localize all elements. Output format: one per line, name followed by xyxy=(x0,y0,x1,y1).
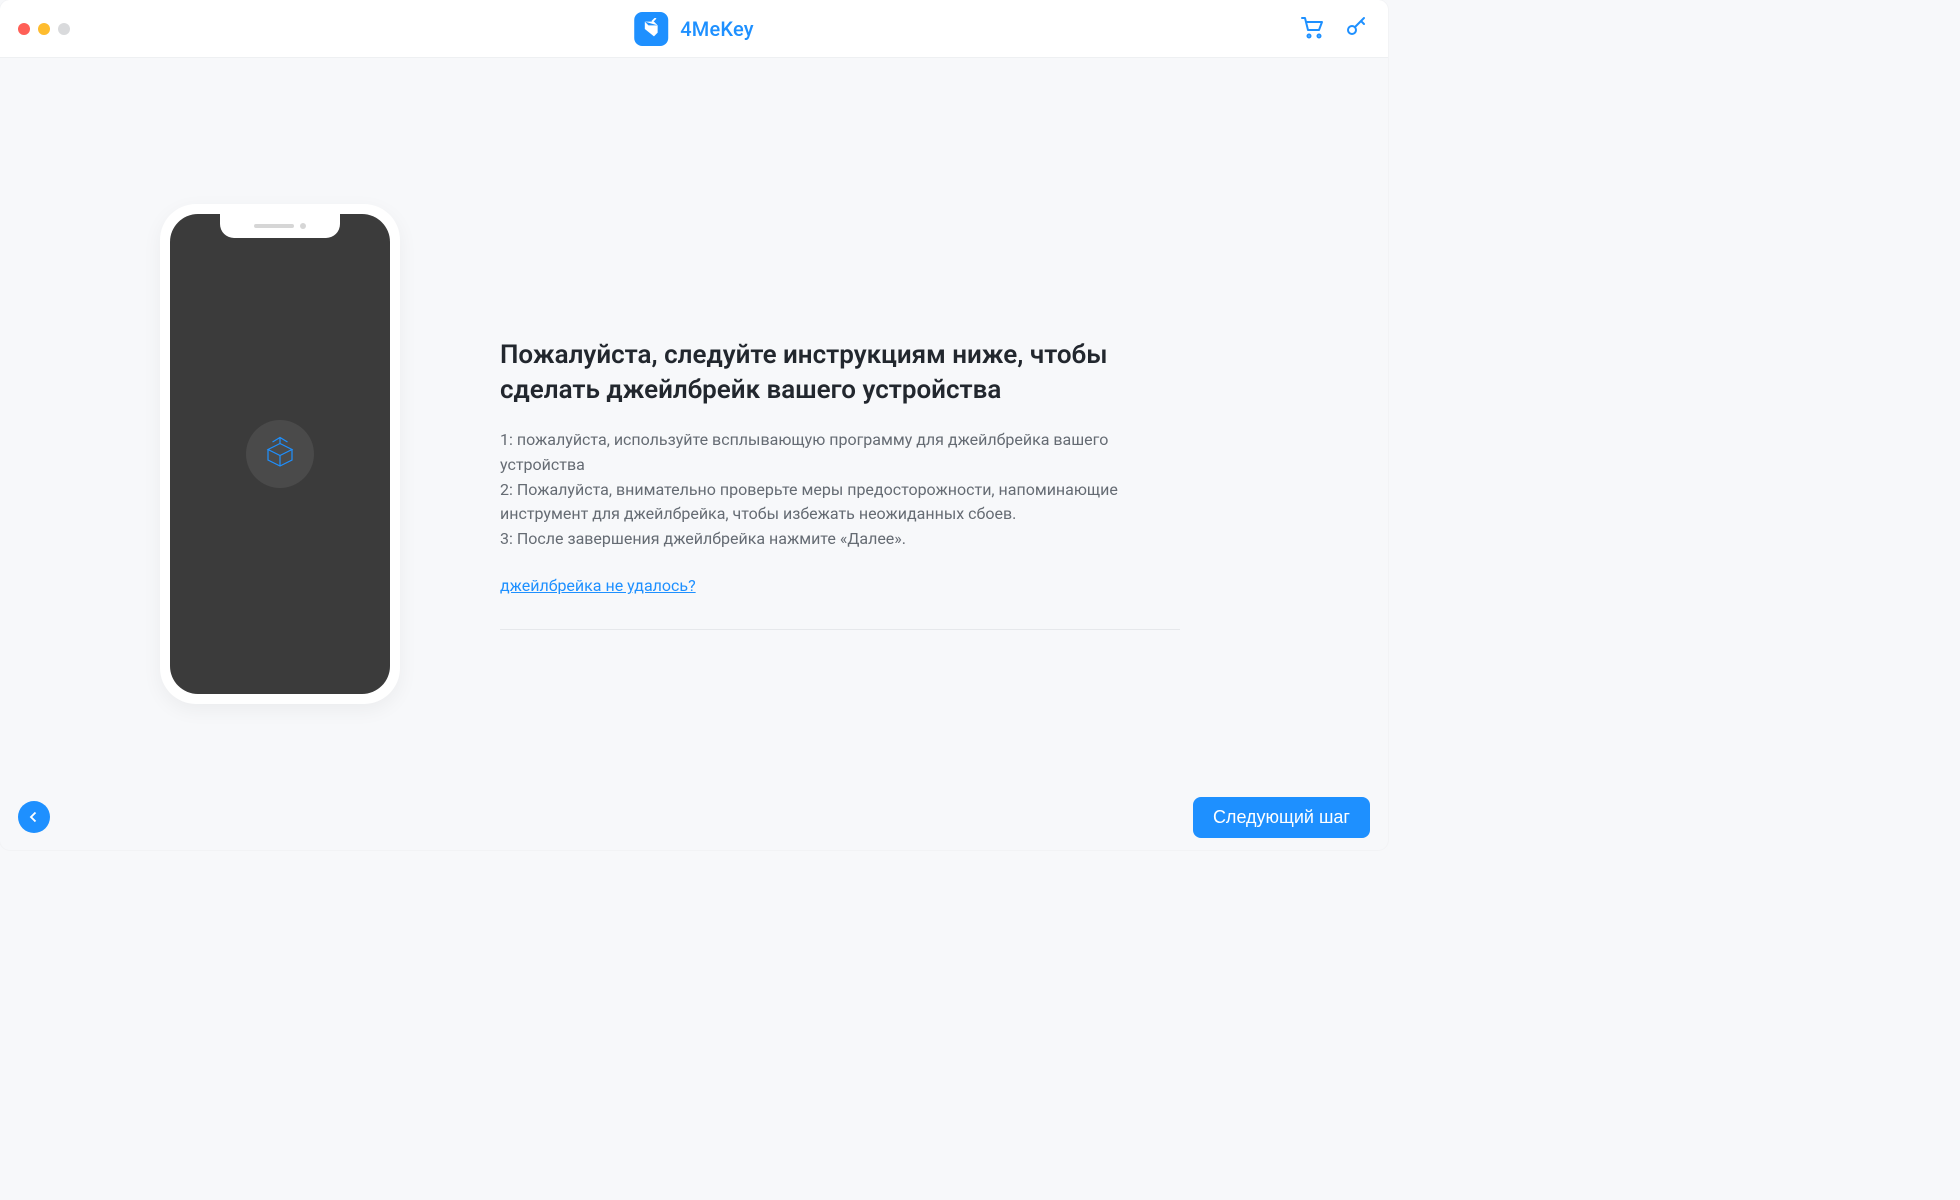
next-step-button[interactable]: Следующий шаг xyxy=(1193,797,1370,838)
jailbreak-box-icon xyxy=(246,420,314,488)
titlebar: 4MeKey xyxy=(0,0,1388,58)
minimize-window-button[interactable] xyxy=(38,23,50,35)
phone-screen xyxy=(170,214,390,694)
page-heading: Пожалуйста, следуйте инструкциям ниже, ч… xyxy=(500,338,1180,408)
phone-notch xyxy=(220,214,340,238)
window-controls xyxy=(18,23,70,35)
footer-bar: Следующий шаг xyxy=(0,784,1388,850)
app-title: 4MeKey xyxy=(680,17,754,41)
title-center: 4MeKey xyxy=(634,12,754,46)
jailbreak-failed-link[interactable]: джейлбрейка не удалось? xyxy=(500,576,696,595)
phone-illustration-column xyxy=(100,204,460,704)
section-divider xyxy=(500,629,1180,630)
close-window-button[interactable] xyxy=(18,23,30,35)
app-logo-icon xyxy=(634,12,668,46)
instruction-step-1: 1: пожалуйста, используйте всплывающую п… xyxy=(500,428,1180,478)
key-icon[interactable] xyxy=(1344,15,1368,43)
app-window: 4MeKey xyxy=(0,0,1388,850)
phone-camera xyxy=(300,223,306,229)
phone-mockup xyxy=(160,204,400,704)
content-area: Пожалуйста, следуйте инструкциям ниже, ч… xyxy=(0,58,1388,850)
instruction-step-2: 2: Пожалуйста, внимательно проверьте мер… xyxy=(500,478,1180,528)
back-button[interactable] xyxy=(18,801,50,833)
phone-speaker xyxy=(254,224,294,228)
cart-icon[interactable] xyxy=(1300,15,1324,43)
instructions-column: Пожалуйста, следуйте инструкциям ниже, ч… xyxy=(500,278,1180,630)
instruction-step-3: 3: После завершения джейлбрейка нажмите … xyxy=(500,527,1180,552)
zoom-window-button[interactable] xyxy=(58,23,70,35)
titlebar-right xyxy=(1300,15,1368,43)
